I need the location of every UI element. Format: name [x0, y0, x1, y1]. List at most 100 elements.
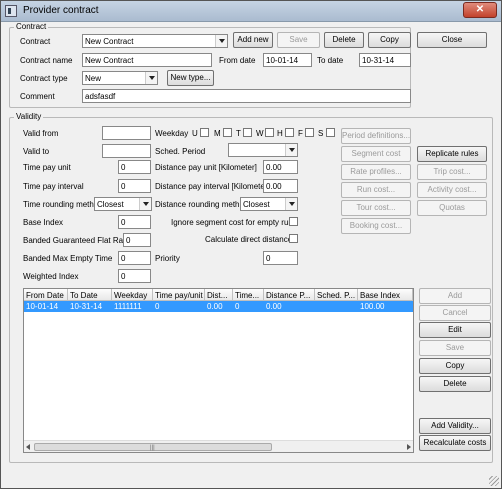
distance-rounding-value: Closest	[243, 200, 270, 209]
add-new-contract-button[interactable]: Add new	[233, 32, 273, 48]
banded-flat-rate-label: Banded Guaranteed Flat Rate	[23, 236, 130, 245]
chevron-down-icon	[215, 35, 227, 47]
scrollbar-thumb[interactable]: |||	[34, 443, 272, 451]
copy-contract-button[interactable]: Copy	[368, 32, 411, 48]
column-header-sched-p[interactable]: Sched. P...	[315, 289, 358, 301]
save-button[interactable]: Save	[419, 340, 491, 356]
trip-cost-button[interactable]: Trip cost...	[417, 164, 487, 180]
weekday-sun-checkbox[interactable]	[200, 128, 209, 137]
ignore-segment-cost-checkbox[interactable]	[289, 217, 298, 226]
scroll-left-icon[interactable]	[26, 444, 30, 450]
add-button[interactable]: Add	[419, 288, 491, 304]
quotas-button[interactable]: Quotas	[417, 200, 487, 216]
valid-from-label: Valid from	[23, 129, 59, 138]
cell-from-date: 10-01-14	[26, 302, 59, 311]
rate-profiles-button[interactable]: Rate profiles...	[341, 164, 411, 180]
column-header-time-pay-unit[interactable]: Time pay/unit	[153, 289, 205, 301]
to-date-field[interactable]: 10-31-14	[359, 53, 411, 67]
valid-from-field[interactable]	[102, 126, 151, 140]
chevron-down-icon	[139, 198, 151, 210]
time-pay-unit-field[interactable]: 0	[118, 160, 151, 174]
weekday-sat-checkbox[interactable]	[326, 128, 335, 137]
time-rounding-value: Closest	[97, 200, 124, 209]
cell-time-pay-unit: 0	[155, 302, 160, 311]
banded-max-empty-time-field[interactable]: 0	[118, 251, 151, 265]
cell-sched-p	[315, 301, 358, 312]
add-validity-button[interactable]: Add Validity...	[419, 418, 491, 434]
contract-type-select[interactable]: New	[82, 71, 158, 85]
weekday-tue-checkbox[interactable]	[243, 128, 252, 137]
table-row[interactable]: 10-01-14 10-31-14 1111111 0 0.00 0 0.00 …	[24, 301, 413, 312]
cell-weekday: 1111111	[114, 302, 142, 311]
new-type-button[interactable]: New type...	[167, 70, 214, 86]
distance-pay-unit-label: Distance pay unit [Kilometer]	[155, 163, 257, 172]
column-header-from-date[interactable]: From Date	[24, 289, 68, 301]
banded-flat-rate-field[interactable]: 0	[123, 233, 151, 247]
delete-button[interactable]: Delete	[419, 376, 491, 392]
from-date-field[interactable]: 10-01-14	[263, 53, 312, 67]
column-header-to-date[interactable]: To Date	[68, 289, 112, 301]
priority-field[interactable]: 0	[263, 251, 298, 265]
save-contract-button[interactable]: Save	[277, 32, 320, 48]
run-cost-button[interactable]: Run cost...	[341, 182, 411, 198]
resize-grip-icon[interactable]	[489, 476, 499, 486]
weighted-index-field[interactable]: 0	[118, 269, 151, 283]
contract-name-label: Contract name	[20, 56, 73, 65]
sched-period-label: Sched. Period	[155, 147, 206, 156]
activity-cost-button[interactable]: Activity cost...	[417, 182, 487, 198]
distance-rounding-label: Distance rounding meth	[155, 200, 240, 209]
column-header-dist[interactable]: Dist...	[205, 289, 233, 301]
contract-select[interactable]: New Contract	[82, 34, 228, 48]
time-pay-interval-field[interactable]: 0	[118, 179, 151, 193]
ignore-segment-cost-label: Ignore segment cost for empty runs	[171, 218, 297, 227]
app-icon	[5, 5, 17, 17]
weekday-wed-label: W	[256, 129, 264, 138]
weekday-sat-label: S	[318, 129, 324, 138]
contract-name-field[interactable]: New Contract	[82, 53, 212, 67]
time-rounding-label: Time rounding meth	[23, 200, 94, 209]
segment-cost-button[interactable]: Segment cost	[341, 146, 411, 162]
distance-rounding-select[interactable]: Closest	[240, 197, 298, 211]
grip-icon: |||	[150, 445, 155, 451]
time-pay-unit-label: Time pay unit	[23, 163, 71, 172]
delete-contract-button[interactable]: Delete	[324, 32, 364, 48]
validity-table: From Date To Date Weekday Time pay/unit …	[23, 288, 414, 453]
column-header-base-index[interactable]: Base Index	[358, 289, 413, 301]
weekday-mon-checkbox[interactable]	[223, 128, 232, 137]
period-definitions-button[interactable]: Period definitions...	[341, 128, 411, 144]
copy-button[interactable]: Copy	[419, 358, 491, 374]
tour-cost-button[interactable]: Tour cost...	[341, 200, 411, 216]
time-rounding-select[interactable]: Closest	[94, 197, 152, 211]
weekday-sun-label: U	[192, 129, 198, 138]
contract-type-value: New	[85, 74, 102, 83]
time-pay-interval-label: Time pay interval	[23, 182, 84, 191]
distance-pay-unit-field[interactable]: 0.00	[263, 160, 298, 174]
scroll-right-icon[interactable]	[407, 444, 411, 450]
column-header-weekday[interactable]: Weekday	[112, 289, 153, 301]
weekday-thu-checkbox[interactable]	[285, 128, 294, 137]
calculate-direct-distance-checkbox[interactable]	[289, 234, 298, 243]
banded-max-empty-time-label: Banded Max Empty Time	[23, 254, 113, 263]
sched-period-select[interactable]	[228, 143, 298, 157]
recalculate-costs-button[interactable]: Recalculate costs	[419, 435, 491, 451]
base-index-field[interactable]: 0	[118, 215, 151, 229]
column-header-distance-p[interactable]: Distance P...	[264, 289, 315, 301]
booking-cost-button[interactable]: Booking cost...	[341, 218, 411, 234]
cancel-button[interactable]: Cancel	[419, 305, 491, 321]
distance-pay-interval-field[interactable]: 0.00	[263, 179, 298, 193]
column-header-time[interactable]: Time...	[233, 289, 264, 301]
replicate-rules-button[interactable]: Replicate rules	[417, 146, 487, 162]
close-button[interactable]: Close	[417, 32, 487, 48]
valid-to-field[interactable]	[102, 144, 151, 158]
cell-time: 0	[235, 302, 240, 311]
window-close-button[interactable]: ✕	[463, 2, 497, 18]
comment-field[interactable]: adsfasdf	[82, 89, 411, 103]
calculate-direct-distance-label: Calculate direct distance	[205, 235, 293, 244]
horizontal-scrollbar[interactable]: |||	[24, 440, 413, 452]
title-bar: Provider contract ✕	[1, 1, 501, 22]
edit-button[interactable]: Edit	[419, 322, 491, 338]
priority-label: Priority	[155, 254, 180, 263]
weekday-wed-checkbox[interactable]	[265, 128, 274, 137]
contract-label: Contract	[20, 37, 51, 46]
weekday-fri-checkbox[interactable]	[305, 128, 314, 137]
